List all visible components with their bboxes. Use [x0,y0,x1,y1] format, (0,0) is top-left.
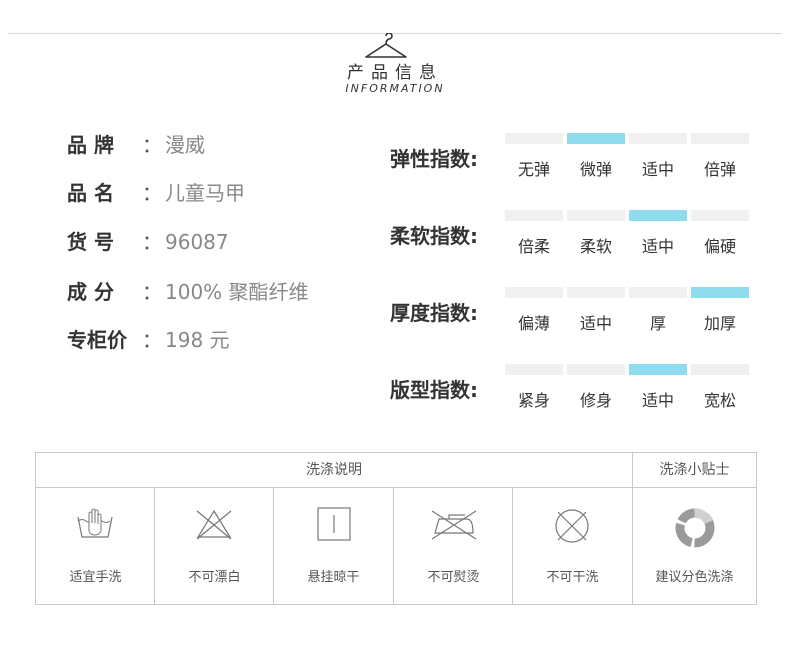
index-bar [567,364,625,375]
column-divider [393,488,394,604]
index-option: 厚 [649,314,666,333]
index-bar [505,133,563,144]
index-option: 倍弹 [703,160,736,179]
no-iron-icon [431,510,477,540]
info-label: 专柜价 [67,328,127,352]
index-option: 加厚 [703,314,736,333]
info-label: 成 分 [67,280,114,304]
info-colon: ： [142,280,162,304]
index-bar [629,287,687,298]
color-separate-icon [675,508,715,548]
index-bar-selected [629,210,687,221]
info-value: 儿童马甲 [165,181,245,205]
index-bar [629,133,687,144]
index-option: 适中 [641,391,674,410]
index-option: 适中 [641,160,674,179]
info-row-brand: 品 牌 ：漫威 [67,130,205,160]
no-dry-clean-icon [555,509,589,543]
index-label: 厚度指数: [390,301,478,325]
index-option: 宽松 [703,391,736,410]
tips-header: 洗涤小贴士 [659,462,730,478]
index-option: 无弹 [517,160,550,179]
info-row-sku: 货 号 ： 96087 [67,227,229,257]
index-option: 微弹 [579,160,612,179]
index-label: 弹性指数: [390,147,478,171]
info-colon: ： [142,230,162,254]
index-bar [691,133,749,144]
no-bleach-icon [196,509,232,540]
info-value: 漫威 [165,133,205,157]
info-row-price: 专柜价 ： 198 元 [67,325,230,355]
index-bar-selected [567,133,625,144]
info-colon: ： [142,181,162,205]
info-colon: ： [142,328,162,352]
index-bar [505,287,563,298]
info-label: 品 牌 [67,133,114,157]
wash-item-label: 不可熨烫 [427,570,480,585]
column-divider [512,488,513,604]
hanger-icon [365,33,407,58]
info-label: 货 号 [67,230,114,254]
index-label: 版型指数: [390,378,478,402]
index-bar [505,210,563,221]
index-label: 柔软指数: [390,224,478,248]
index-option: 紧身 [517,391,550,410]
hang-dry-icon [317,507,351,541]
info-row-material: 成 分 ： 100% 聚酯纤维 [67,277,309,307]
index-option: 偏薄 [517,314,550,333]
wash-item-label: 悬挂晾干 [307,570,360,585]
wash-item-label: 不可干洗 [546,570,599,585]
index-bar [567,210,625,221]
hand-wash-icon [77,508,113,538]
wash-item-label: 适宜手洗 [69,570,122,585]
index-option: 柔软 [579,237,612,256]
info-colon: ： [142,133,162,157]
index-option: 适中 [579,314,612,333]
info-label: 品 名 [67,181,114,205]
index-bar [505,364,563,375]
section-subtitle: INFORMATION [345,82,445,95]
wash-item-label: 不可漂白 [188,570,241,585]
index-bar [691,364,749,375]
index-bar [567,287,625,298]
index-option: 修身 [579,391,612,410]
index-bar-selected [691,287,749,298]
column-divider [154,488,155,604]
index-option: 倍柔 [517,237,550,256]
index-bar [691,210,749,221]
info-value: 198 元 [165,328,230,352]
tip-label: 建议分色洗涤 [655,570,734,585]
index-option: 适中 [641,237,674,256]
washing-table: 洗涤说明 洗涤小贴士 适宜手洗 不可漂白 悬挂晾干 不可熨烫 不可干洗 建议分色 [35,452,757,605]
section-title: 产品信息 [347,63,443,83]
column-divider [273,488,274,604]
index-option: 偏硬 [703,237,736,256]
info-value: 100% 聚酯纤维 [165,280,309,304]
washing-header: 洗涤说明 [306,462,362,478]
index-bar-selected [629,364,687,375]
info-row-name: 品 名 ：儿童马甲 [67,178,245,208]
info-value: 96087 [165,230,229,254]
